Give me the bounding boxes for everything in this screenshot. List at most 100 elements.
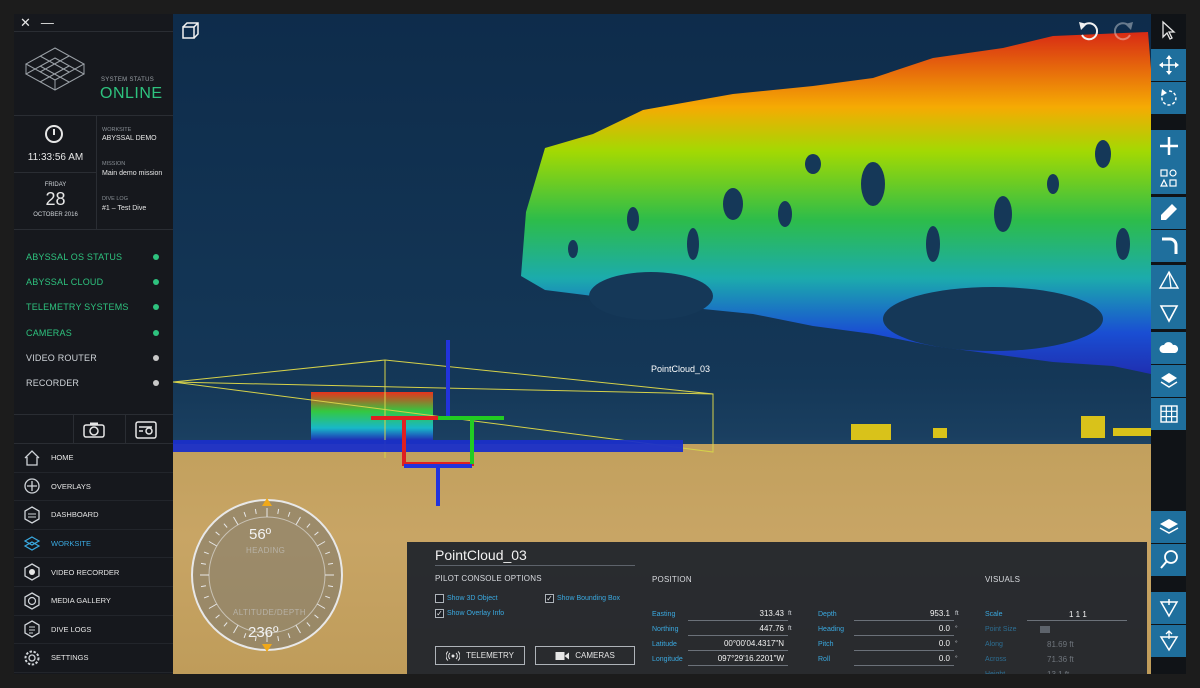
visual-field-value[interactable]: 1 1 1 [1069, 610, 1087, 619]
visual-field-value[interactable]: 81.69 ft [1047, 640, 1074, 649]
pointcloud-layer-tool-button[interactable] [1151, 365, 1186, 397]
nav-item-settings[interactable]: SETTINGS [14, 644, 173, 673]
nav-item-label: HOME [51, 453, 74, 463]
cube-icon [182, 22, 199, 39]
position-field-value[interactable]: 953.1 [854, 609, 950, 618]
nav-item-video-recorder[interactable]: VIDEO RECORDER [14, 558, 173, 587]
status-label: CAMERAS [26, 327, 72, 338]
visual-field-value[interactable]: 71.36 ft [1047, 655, 1074, 664]
status-item[interactable]: ABYSSAL CLOUD [14, 269, 173, 294]
position-field-value[interactable]: 0.0 [854, 624, 950, 633]
status-label: ABYSSAL CLOUD [26, 276, 104, 287]
move-tool-button[interactable] [1151, 49, 1186, 81]
dive-log-value: #1 – Test Dive [102, 205, 147, 212]
pencil-tool-button[interactable] [1151, 197, 1186, 229]
visual-field-label: Point Size [985, 626, 1017, 633]
nav-item-label: MEDIA GALLERY [51, 596, 111, 606]
add-tool-button[interactable] [1151, 130, 1186, 162]
cameras-button[interactable]: CAMERAS [535, 646, 635, 665]
position-field-value[interactable]: 447.76 [688, 624, 784, 633]
nav-item-home[interactable]: HOME [14, 444, 173, 473]
point-size-slider[interactable] [1040, 626, 1050, 633]
shapes-tool-button[interactable] [1151, 162, 1186, 194]
nav-item-label: DASHBOARD [51, 510, 99, 520]
show-overlay-info-checkbox[interactable]: ✓ [435, 609, 444, 618]
object-properties-panel: PointCloud_03 PILOT CONSOLE OPTIONS Show… [407, 542, 1147, 674]
field-underline [854, 665, 954, 666]
position-field-value[interactable]: 0.0 [854, 639, 950, 648]
position-field-value[interactable]: 313.43 [688, 609, 784, 618]
status-item[interactable]: VIDEO ROUTER [14, 345, 173, 370]
rotate-tool-button[interactable] [1151, 82, 1186, 114]
cone-tool-button[interactable] [1151, 297, 1186, 329]
nav-item-worksite[interactable]: WORKSITE [14, 530, 173, 559]
nav-item-media-gallery[interactable]: MEDIA GALLERY [14, 587, 173, 616]
layers-icon [1159, 519, 1178, 534]
nav-item-label: DIVE LOGS [51, 624, 92, 634]
position-field-unit: ft [788, 610, 792, 617]
grid-tool-button[interactable] [1151, 398, 1186, 430]
cloud-tool-button[interactable] [1151, 332, 1186, 364]
cone-up-tool-button[interactable] [1151, 625, 1186, 657]
show-3d-object-option[interactable]: Show 3D Object [435, 594, 498, 603]
redo-button[interactable] [1111, 20, 1135, 47]
divider [14, 172, 97, 173]
cone-down-tool-button[interactable] [1151, 592, 1186, 624]
dive-log-label: DIVE LOG [102, 196, 128, 202]
pointcloud-layer-icon [1160, 373, 1177, 388]
field-underline [688, 665, 788, 666]
position-field-label: Latitude [652, 641, 677, 648]
heading-label: HEADING [246, 546, 286, 555]
recorder-button[interactable] [125, 415, 165, 444]
layers-tool-button[interactable] [1151, 511, 1186, 543]
camera-icon [82, 422, 105, 438]
rotate-icon [1160, 89, 1177, 106]
status-item[interactable]: CAMERAS [14, 320, 173, 345]
options-heading: PILOT CONSOLE OPTIONS [435, 574, 542, 583]
camera-button[interactable] [73, 415, 113, 444]
mission-value: Main demo mission [102, 170, 163, 177]
cone-down-icon [1159, 599, 1178, 618]
cone-icon [1159, 305, 1178, 323]
position-field-value[interactable]: 00°00'04.4317"N [688, 639, 784, 648]
clock-panel: 11:33:56 AM FRIDAY 28 OCTOBER 2016 [14, 116, 97, 230]
select-cursor-tool-button[interactable] [1151, 14, 1186, 46]
show-overlay-info-option[interactable]: ✓ Show Overlay Info [435, 609, 504, 618]
position-field-label: Pitch [818, 641, 834, 648]
nav-item-dive-logs[interactable]: DIVE LOGS [14, 616, 173, 645]
clock-icon [45, 125, 63, 143]
pyramid-tool-button[interactable] [1151, 265, 1186, 297]
nav-item-label: SETTINGS [51, 653, 89, 663]
3d-viewport[interactable]: PointCloud_03 56º HEADING ALTITUDE/DEPTH… [173, 14, 1151, 674]
status-item[interactable]: ABYSSAL OS STATUS [14, 244, 173, 269]
pointcloud-label[interactable]: PointCloud_03 [651, 364, 710, 374]
altitude-label: ALTITUDE/DEPTH [233, 608, 307, 617]
current-date: 28 [45, 189, 66, 209]
search-tool-button[interactable] [1151, 544, 1186, 576]
pipe-tool-button[interactable] [1151, 230, 1186, 262]
nav-item-overlays[interactable]: OVERLAYS [14, 473, 173, 502]
show-bounding-box-option[interactable]: ✓ Show Bounding Box [545, 594, 620, 603]
abyssal-logo-icon [24, 47, 86, 91]
show-3d-object-checkbox[interactable] [435, 594, 444, 603]
title-bar: ✕ — [14, 14, 173, 32]
position-field-value[interactable]: 097°29'16.2201"W [688, 654, 784, 663]
telemetry-button[interactable]: TELEMETRY [435, 646, 525, 665]
object-name-field[interactable]: PointCloud_03 [435, 547, 527, 563]
status-item[interactable]: RECORDER [14, 370, 173, 395]
close-icon[interactable]: ✕ [20, 16, 31, 29]
visual-field-value[interactable]: 13.1 ft [1047, 670, 1069, 674]
position-field-value[interactable]: 0.0 [854, 654, 950, 663]
position-field-unit: ° [955, 655, 958, 662]
status-item[interactable]: TELEMETRY SYSTEMS [14, 295, 173, 320]
settings-icon [23, 649, 41, 667]
status-label: RECORDER [26, 378, 80, 389]
view-cube-button[interactable] [181, 22, 199, 45]
minimize-icon[interactable]: — [41, 16, 54, 29]
worksite-label: WORKSITE [102, 127, 132, 133]
position-field-unit: ft [788, 625, 792, 632]
show-bounding-box-checkbox[interactable]: ✓ [545, 594, 554, 603]
undo-button[interactable] [1077, 20, 1101, 47]
nav-item-dashboard[interactable]: DASHBOARD [14, 501, 173, 530]
dashboard-icon [23, 506, 41, 524]
